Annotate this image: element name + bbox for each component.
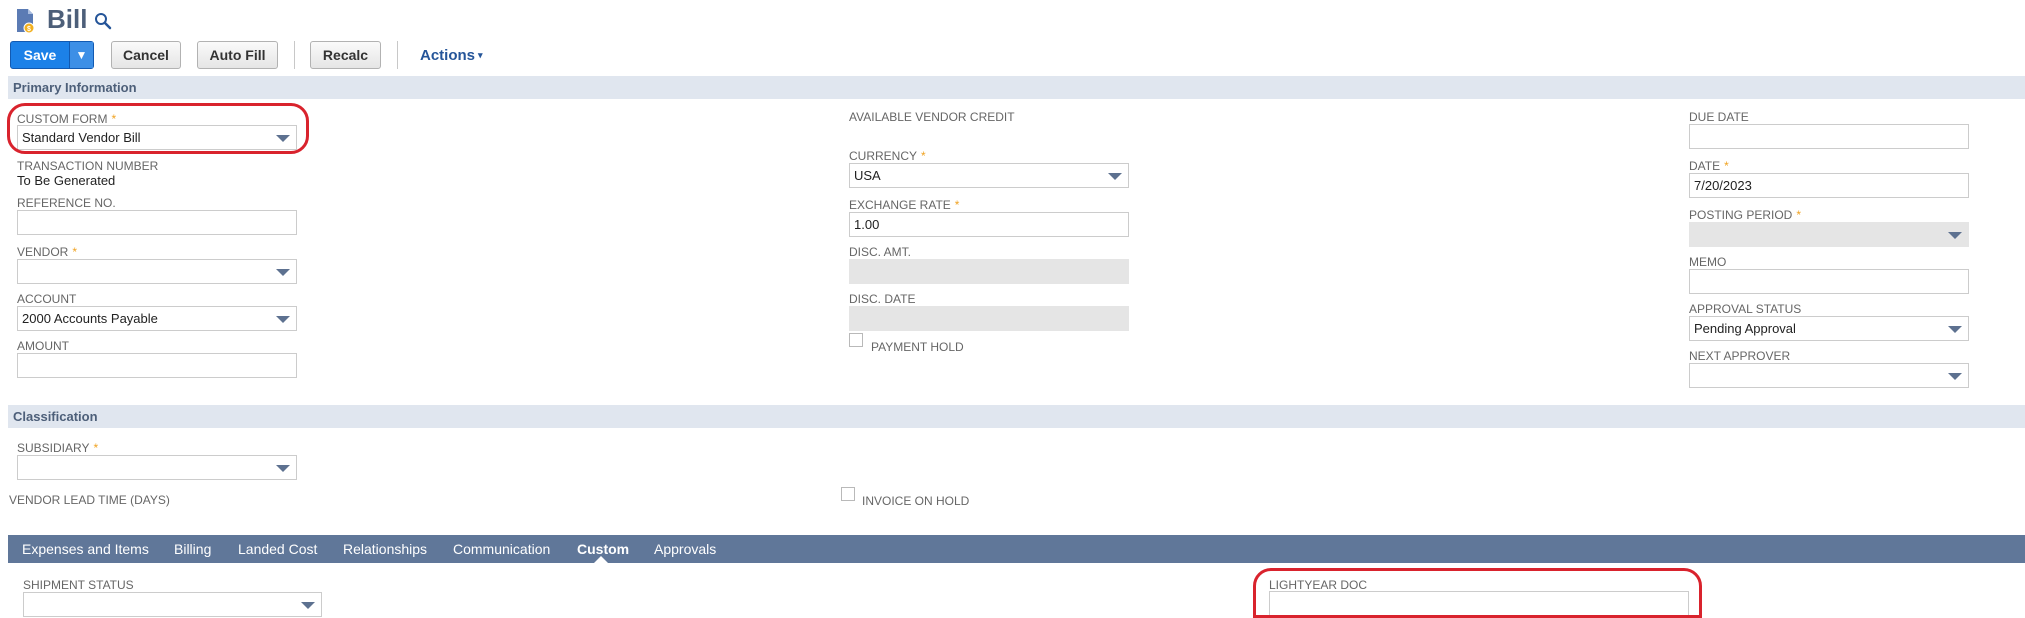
shipment-status-select[interactable] [23, 592, 322, 617]
memo-label: MEMO [1689, 255, 1727, 269]
memo-input[interactable] [1689, 269, 1969, 294]
currency-select[interactable]: USA [849, 163, 1129, 188]
tab-custom[interactable]: Custom [577, 541, 629, 557]
tab-landed-cost[interactable]: Landed Cost [238, 541, 317, 557]
shipment-status-label: SHIPMENT STATUS [23, 578, 134, 592]
approval-status-select[interactable]: Pending Approval [1689, 316, 1969, 341]
document-icon: $ [17, 9, 35, 34]
subtab-bar: Expenses and Items Billing Landed Cost R… [8, 535, 2025, 563]
date-input[interactable]: 7/20/2023 [1689, 173, 1969, 198]
vendor-select[interactable] [17, 259, 297, 284]
autofill-button[interactable]: Auto Fill [197, 41, 278, 69]
section-header-classification: Classification [8, 405, 2025, 428]
amount-label: AMOUNT [17, 339, 69, 353]
due-date-input[interactable] [1689, 124, 1969, 149]
search-icon[interactable] [94, 12, 112, 30]
invoice-on-hold-label: INVOICE ON HOLD [862, 494, 970, 508]
posting-period-select[interactable] [1689, 222, 1969, 247]
toolbar-divider [294, 41, 295, 69]
required-marker: * [93, 441, 99, 455]
chevron-down-icon [1948, 373, 1962, 380]
section-header-primary: Primary Information [8, 76, 2025, 99]
save-button[interactable]: Save [11, 42, 70, 68]
account-label: ACCOUNT [17, 292, 77, 306]
chevron-down-icon [1108, 173, 1122, 180]
payment-hold-checkbox[interactable] [849, 333, 863, 347]
available-vendor-credit-label: AVAILABLE VENDOR CREDIT [849, 110, 1015, 124]
transaction-number-label: TRANSACTION NUMBER [17, 159, 159, 173]
posting-period-label: POSTING PERIOD * [1689, 208, 1802, 222]
tab-billing[interactable]: Billing [174, 541, 211, 557]
tab-communication[interactable]: Communication [453, 541, 550, 557]
disc-date-label: DISC. DATE [849, 292, 916, 306]
actions-menu[interactable]: Actions ▾ [420, 47, 483, 64]
chevron-down-icon [1948, 232, 1962, 239]
required-marker: * [111, 112, 117, 126]
next-approver-select[interactable] [1689, 363, 1969, 388]
chevron-down-icon [276, 316, 290, 323]
tab-expenses-and-items[interactable]: Expenses and Items [22, 541, 149, 557]
required-marker: * [921, 149, 926, 163]
required-marker: * [72, 245, 78, 259]
next-approver-label: NEXT APPROVER [1689, 349, 1791, 363]
transaction-number-value: To Be Generated [17, 173, 116, 188]
approval-status-label: APPROVAL STATUS [1689, 302, 1802, 316]
vendor-lead-time-label: VENDOR LEAD TIME (DAYS) [9, 493, 170, 507]
reference-no-label: REFERENCE NO. [17, 196, 116, 210]
exchange-rate-label: EXCHANGE RATE * [849, 198, 960, 212]
recalc-button[interactable]: Recalc [310, 41, 381, 69]
chevron-down-icon [301, 602, 315, 609]
subsidiary-select[interactable] [17, 455, 297, 480]
disc-amt-label: DISC. AMT. [849, 245, 912, 259]
custom-form-label: CUSTOM FORM * [17, 112, 117, 126]
custom-form-select[interactable]: Standard Vendor Bill [17, 125, 297, 150]
page-title: Bill [47, 4, 88, 34]
required-marker: * [954, 198, 960, 212]
vendor-label: VENDOR * [17, 245, 78, 259]
actions-label: Actions [420, 47, 476, 64]
active-tab-indicator [594, 556, 608, 563]
subsidiary-label: SUBSIDIARY * [17, 441, 99, 455]
cancel-button[interactable]: Cancel [111, 41, 181, 69]
chevron-down-icon [276, 269, 290, 276]
disc-amt-input [849, 259, 1129, 284]
chevron-down-icon [1948, 326, 1962, 333]
amount-input[interactable] [17, 353, 297, 378]
invoice-on-hold-checkbox[interactable] [841, 487, 855, 501]
caret-down-icon: ▾ [478, 50, 483, 60]
disc-date-input [849, 306, 1129, 331]
chevron-down-icon [276, 465, 290, 472]
exchange-rate-input[interactable]: 1.00 [849, 212, 1129, 237]
chevron-down-icon [276, 135, 290, 142]
toolbar-divider [397, 41, 398, 69]
required-marker: * [1796, 208, 1802, 222]
required-marker: * [1724, 159, 1729, 173]
payment-hold-label: PAYMENT HOLD [871, 340, 964, 354]
lightyear-doc-input[interactable] [1269, 591, 1689, 616]
save-menu-arrow-icon[interactable]: ▼ [70, 42, 93, 68]
svg-text:$: $ [27, 26, 31, 33]
lightyear-doc-label: LIGHTYEAR DOC [1269, 578, 1368, 592]
tab-approvals[interactable]: Approvals [654, 541, 716, 557]
account-select[interactable]: 2000 Accounts Payable [17, 306, 297, 331]
reference-no-input[interactable] [17, 210, 297, 235]
save-button-group[interactable]: Save ▼ [10, 41, 94, 69]
tab-relationships[interactable]: Relationships [343, 541, 427, 557]
currency-label: CURRENCY * [849, 149, 926, 163]
due-date-label: DUE DATE [1689, 110, 1749, 124]
date-label: DATE * [1689, 159, 1729, 173]
